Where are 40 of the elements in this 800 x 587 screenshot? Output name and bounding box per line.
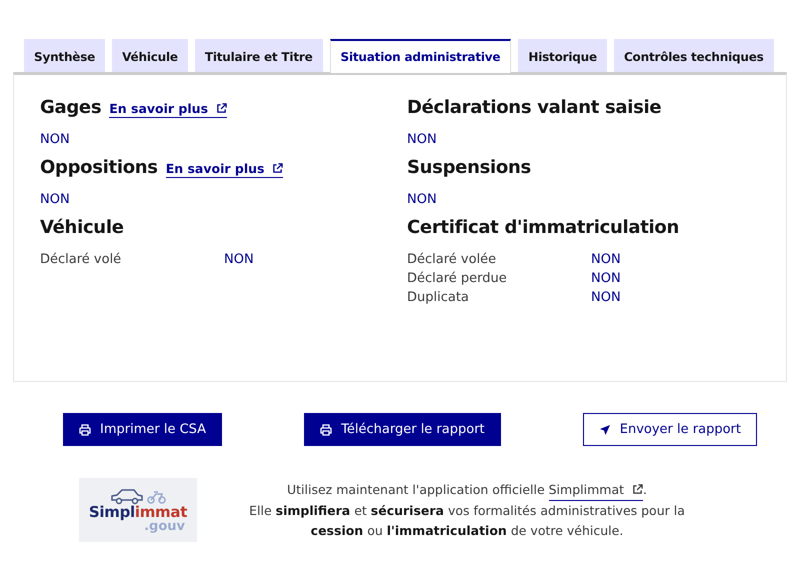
car-motorbike-icon [109,487,167,505]
status-value: NON [407,192,438,207]
status-value: NON [40,192,71,207]
external-link-icon [632,484,644,495]
section-heading: Certificat d'immatriculation [407,217,679,238]
tab[interactable]: Historique [518,39,607,72]
field-label: Déclaré perdue [407,271,508,286]
tab[interactable]: Situation administrative [330,39,512,73]
section-heading: Véhicule [40,217,124,238]
app-link[interactable]: Simplimmat [548,480,644,502]
action-button[interactable]: Télécharger le rapport [304,413,501,446]
status-value: NON [591,271,621,286]
status-value: NON [591,290,621,305]
field-label: Duplicata [407,290,470,305]
printer-icon [320,424,332,436]
section-heading: Gages [40,97,102,118]
status-value: NON [591,252,621,267]
external-link-icon [216,103,228,114]
section-heading: Déclarations valant saisie [407,97,662,118]
tab[interactable]: Titulaire et Titre [194,39,323,72]
tab[interactable]: Synthèse [24,39,106,72]
learn-more-link[interactable]: En savoir plus [166,161,284,178]
promo-text: Utilisez maintenant l'application officielle Simplimmat . Elle simplifiera et sécurisera vos formalités administratives pour la cession ou l'immatriculation de votre véhicule. [248,480,686,540]
printer-icon [79,424,91,436]
field-label: Déclaré volé [40,252,122,267]
action-button[interactable]: Envoyer le rapport [582,413,757,446]
tab[interactable]: Véhicule [112,39,188,72]
status-value: NON [224,252,254,267]
status-value: NON [407,132,438,147]
external-link-icon [272,163,284,174]
learn-more-link[interactable]: En savoir plus [109,101,228,118]
logo-wordmark: Simplimmat [88,505,188,520]
action-button[interactable]: Imprimer le CSA [63,413,222,446]
tab[interactable]: Contrôles techniques [614,39,774,72]
status-value: NON [40,132,71,147]
field-label: Déclaré volée [407,252,498,267]
section-heading: Suspensions [407,157,531,178]
logo-suffix: .gouv [144,520,185,533]
section-heading: Oppositions [40,157,158,178]
send-icon [598,424,611,436]
